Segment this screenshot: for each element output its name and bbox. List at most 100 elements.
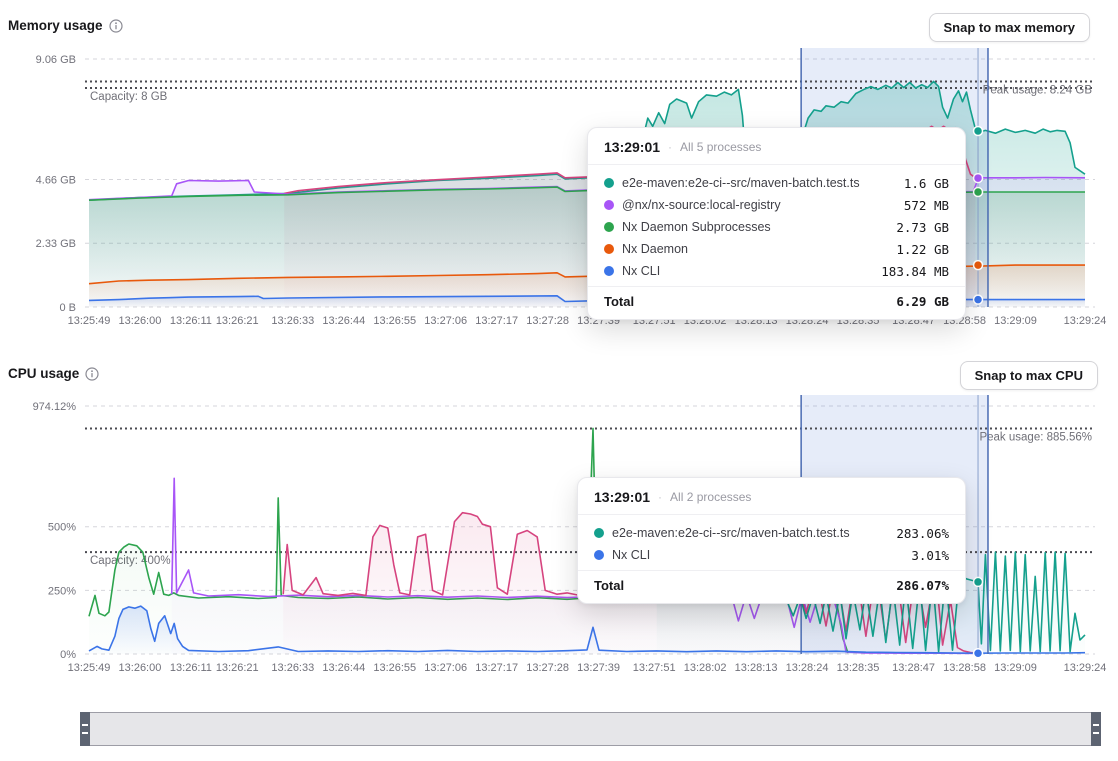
process-color-dot [604, 266, 614, 276]
x-axis-tick-label: 13:27:28 [526, 662, 569, 674]
snap-max-cpu-button[interactable]: Snap to max CPU [960, 361, 1098, 390]
y-axis-tick-label: 0% [60, 649, 76, 661]
process-name: Nx Daemon [622, 242, 888, 256]
tooltip-row: Nx CLI 183.84 MB [604, 260, 949, 282]
hover-dot [974, 577, 983, 586]
process-name: @nx/nx-source:local-registry [622, 198, 896, 212]
tooltip-total-value: 6.29 GB [896, 294, 949, 309]
x-axis-tick-label: 13:26:44 [322, 315, 365, 327]
x-axis-tick-label: 13:27:39 [577, 662, 620, 674]
x-axis-tick-label: 13:26:21 [216, 662, 259, 674]
y-axis-tick-label: 250% [48, 585, 76, 597]
tooltip-row: Nx CLI 3.01% [594, 544, 949, 566]
memory-title-text: Memory usage [8, 18, 103, 33]
process-name: Nx Daemon Subprocesses [622, 220, 888, 234]
x-axis-tick-label: 13:25:49 [68, 315, 111, 327]
x-axis-tick-label: 13:26:21 [216, 315, 259, 327]
x-axis-tick-label: 13:29:24 [1064, 662, 1107, 674]
process-value: 2.73 GB [896, 220, 949, 235]
process-value: 283.06% [896, 526, 949, 541]
tooltip-time: 13:29:01 [594, 489, 650, 505]
tooltip-header: 13:29:01 · All 2 processes [578, 478, 965, 514]
grip-icon [1093, 724, 1099, 734]
hover-dot [974, 649, 983, 658]
snap-max-memory-button[interactable]: Snap to max memory [929, 13, 1091, 42]
x-axis-tick-label: 13:28:13 [735, 662, 778, 674]
info-icon [85, 367, 99, 381]
x-axis-tick-label: 13:26:55 [373, 315, 416, 327]
peak-usage-line-label: Peak usage: 8.24 GB [983, 84, 1093, 96]
tooltip-subtitle: All 5 processes [680, 140, 761, 154]
x-axis-tick-label: 13:29:09 [994, 662, 1037, 674]
process-color-dot [594, 550, 604, 560]
process-value: 1.22 GB [896, 242, 949, 257]
tooltip-total-value: 286.07% [896, 578, 949, 593]
process-value: 3.01% [911, 548, 949, 563]
x-axis-tick-label: 13:26:11 [170, 662, 212, 674]
hover-dot [974, 188, 983, 197]
tooltip-total-label: Total [604, 294, 634, 309]
brush-handle-right[interactable] [1091, 712, 1101, 746]
process-name: Nx CLI [612, 548, 903, 562]
hover-dot [974, 261, 983, 270]
tooltip-time: 13:29:01 [604, 139, 660, 155]
nx-process-monitor: Memory usage Snap to max memory 9.06 GB 4… [0, 0, 1118, 761]
x-axis-tick-label: 13:28:58 [943, 662, 986, 674]
process-name: e2e-maven:e2e-ci--src/maven-batch.test.t… [622, 176, 896, 190]
hover-dot [974, 126, 983, 135]
cpu-tooltip: 13:29:01 · All 2 processes e2e-maven:e2e-ci… [577, 477, 966, 604]
x-axis-tick-label: 13:28:02 [684, 662, 727, 674]
x-axis-tick-label: 13:26:11 [170, 315, 212, 327]
tooltip-row: e2e-maven:e2e-ci--src/maven-batch.test.t… [604, 172, 949, 194]
x-axis-tick-label: 13:27:28 [526, 315, 569, 327]
process-color-dot [594, 528, 604, 538]
tooltip-total-row: Total 286.07% [578, 571, 965, 603]
tooltip-row: Nx Daemon Subprocesses 2.73 GB [604, 216, 949, 238]
x-axis-tick-label: 13:27:17 [475, 315, 518, 327]
process-name: e2e-maven:e2e-ci--src/maven-batch.test.t… [612, 526, 888, 540]
y-axis-tick-label: 2.33 GB [36, 238, 76, 250]
process-value: 183.84 MB [881, 264, 949, 279]
y-axis-tick-label: 500% [48, 522, 76, 534]
brush-handle-left[interactable] [80, 712, 90, 746]
x-axis-tick-label: 13:28:35 [837, 662, 880, 674]
x-axis-tick-label: 13:27:51 [633, 662, 676, 674]
timeline-brush[interactable] [80, 712, 1101, 746]
tooltip-header: 13:29:01·All 5 processes [588, 128, 965, 164]
tooltip-row: Nx Daemon 1.22 GB [604, 238, 949, 260]
x-axis-tick-label: 13:27:06 [424, 662, 467, 674]
info-icon [109, 19, 123, 33]
x-axis-tick-label: 13:26:00 [119, 662, 162, 674]
x-axis-tick-label: 13:26:55 [373, 662, 416, 674]
x-axis-tick-label: 13:29:24 [1064, 315, 1107, 327]
tooltip-rows: e2e-maven:e2e-ci--src/maven-batch.test.t… [588, 165, 965, 286]
x-axis-tick-label: 13:29:09 [994, 315, 1037, 327]
peak-usage-line-label: Peak usage: 885.56% [979, 432, 1092, 444]
tooltip-subtitle: All 2 processes [670, 490, 751, 504]
x-axis-tick-label: 13:28:24 [786, 662, 829, 674]
tooltip-separator: · [658, 490, 662, 504]
x-axis-tick-label: 13:26:00 [119, 315, 162, 327]
y-axis-tick-label: 974.12% [33, 401, 77, 413]
y-axis-tick-label: 4.66 GB [36, 174, 76, 186]
memory-section-title: Memory usage [8, 18, 123, 33]
cpu-title-text: CPU usage [8, 366, 79, 381]
tooltip-row: @nx/nx-source:local-registry 572 MB [604, 194, 949, 216]
x-axis-tick-label: 13:27:17 [475, 662, 518, 674]
x-axis-tick-label: 13:26:44 [322, 662, 365, 674]
process-color-dot [604, 200, 614, 210]
y-axis-tick-label: 0 B [59, 302, 76, 314]
process-color-dot [604, 222, 614, 232]
tooltip-rows: e2e-maven:e2e-ci--src/maven-batch.test.t… [578, 515, 965, 570]
cpu-section-title: CPU usage [8, 366, 99, 381]
process-value: 572 MB [904, 198, 949, 213]
x-axis-tick-label: 13:27:06 [424, 315, 467, 327]
grip-icon [82, 724, 88, 734]
process-color-dot [604, 244, 614, 254]
hover-dot [974, 174, 983, 183]
tooltip-total-label: Total [594, 578, 624, 593]
x-axis-tick-label: 13:25:49 [68, 662, 111, 674]
x-axis-tick-label: 13:26:33 [271, 662, 314, 674]
y-axis-tick-label: 9.06 GB [36, 54, 76, 66]
process-name: Nx CLI [622, 264, 873, 278]
